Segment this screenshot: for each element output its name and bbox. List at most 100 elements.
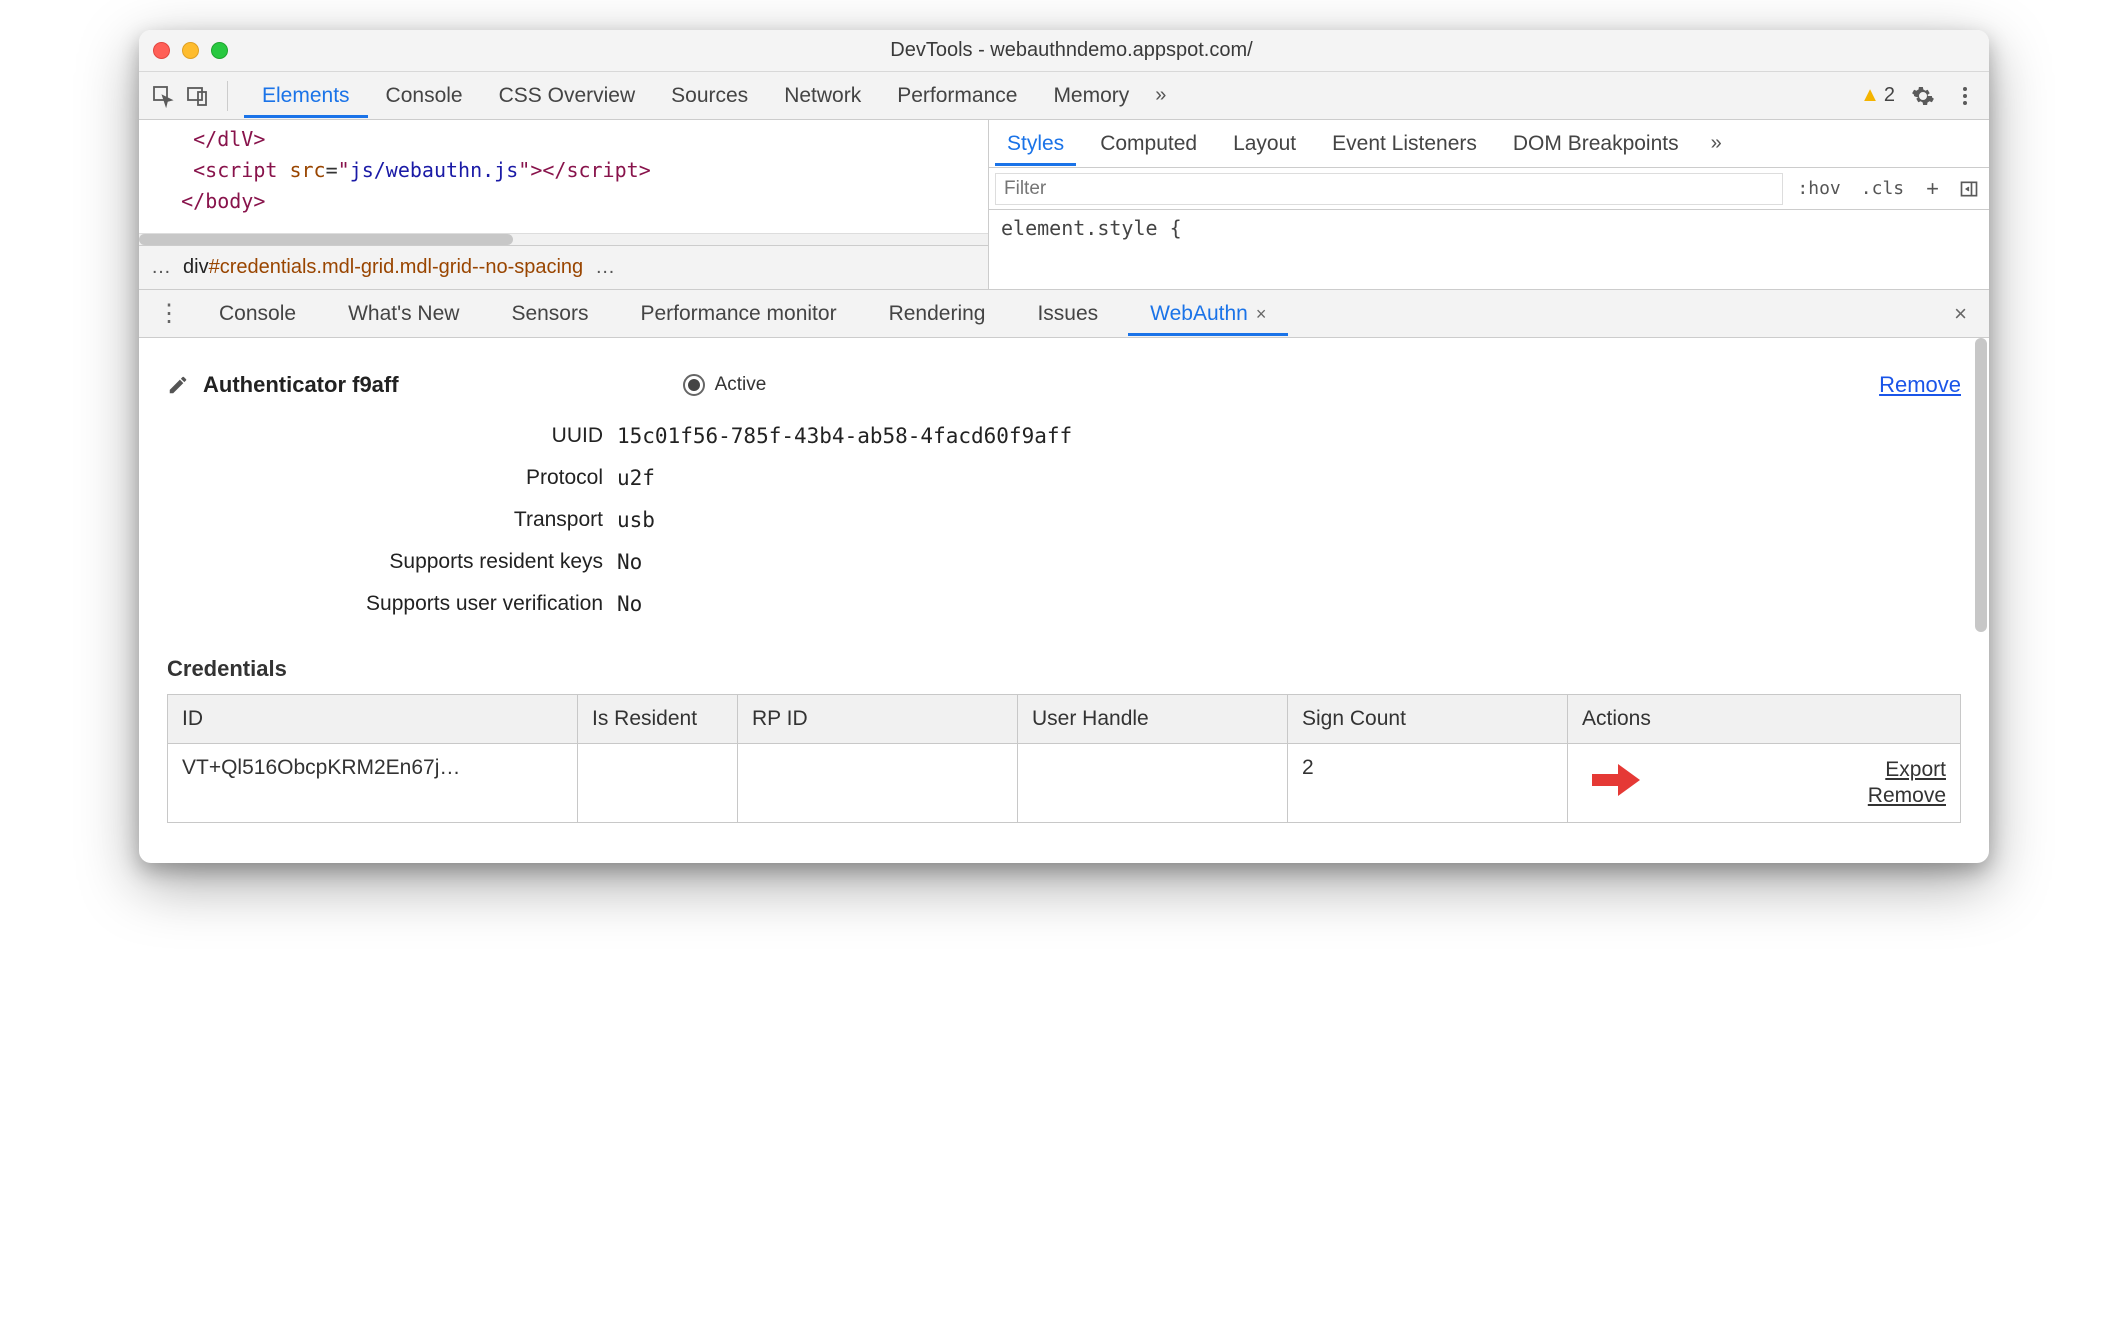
drawer-tab-label: WebAuthn: [1150, 302, 1248, 325]
vertical-scrollbar[interactable]: [1975, 338, 1987, 863]
transport-label: Transport: [167, 508, 617, 532]
close-window-icon[interactable]: [153, 42, 170, 59]
styles-pane: Styles Computed Layout Event Listeners D…: [989, 120, 1989, 289]
breadcrumb-selector[interactable]: div#credentials.mdl-grid.mdl-grid--no-sp…: [183, 256, 583, 279]
drawer-tab-console[interactable]: Console: [197, 292, 318, 336]
main-toolbar: Elements Console CSS Overview Sources Ne…: [139, 72, 1989, 120]
toggle-sidebar-icon[interactable]: [1955, 175, 1983, 203]
authenticator-header: Authenticator f9aff Active Remove: [167, 372, 1961, 398]
resident-value: No: [617, 550, 1961, 574]
remove-link[interactable]: Remove: [1668, 784, 1946, 808]
col-rp: RP ID: [738, 695, 1018, 744]
col-actions: Actions: [1568, 695, 1961, 744]
cell-sign: 2: [1288, 744, 1568, 823]
remove-authenticator-link[interactable]: Remove: [1879, 372, 1961, 398]
active-toggle[interactable]: Active: [683, 374, 767, 396]
main-tabstrip: Elements Console CSS Overview Sources Ne…: [244, 74, 1854, 118]
uv-label: Supports user verification: [167, 592, 617, 616]
drawer-menu-icon[interactable]: ⋮: [149, 299, 189, 328]
styles-filter-row: :hov .cls +: [989, 168, 1989, 210]
devtools-window: DevTools - webauthndemo.appspot.com/ Ele…: [139, 30, 1989, 863]
tab-sources[interactable]: Sources: [653, 74, 766, 118]
export-link[interactable]: Export: [1668, 758, 1946, 782]
webauthn-panel: Authenticator f9aff Active Remove UUID 1…: [139, 338, 1989, 863]
tab-performance[interactable]: Performance: [879, 74, 1035, 118]
horizontal-scrollbar[interactable]: [139, 233, 988, 245]
arrow-right-icon: [1588, 756, 1644, 810]
dom-pane: </dlV> <script src="js/webauthn.js"></sc…: [139, 120, 989, 289]
drawer-tab-webauthn[interactable]: WebAuthn ×: [1128, 292, 1288, 336]
warnings-badge[interactable]: ▲ 2: [1860, 84, 1895, 107]
inspect-icon[interactable]: [149, 82, 177, 110]
zoom-window-icon[interactable]: [211, 42, 228, 59]
styles-more-tabs-icon[interactable]: »: [1703, 132, 1730, 155]
styles-body[interactable]: element.style {: [989, 210, 1989, 246]
kebab-menu-icon[interactable]: [1951, 82, 1979, 110]
cell-resident: [578, 744, 738, 823]
breadcrumb-prefix: …: [151, 256, 171, 279]
protocol-value: u2f: [617, 466, 1961, 490]
tab-console[interactable]: Console: [368, 74, 481, 118]
drawer-tabstrip: ⋮ Console What's New Sensors Performance…: [139, 290, 1989, 338]
drawer-tab-sensors[interactable]: Sensors: [489, 292, 610, 336]
edit-icon[interactable]: [167, 374, 189, 396]
dom-tree[interactable]: </dlV> <script src="js/webauthn.js"></sc…: [139, 120, 988, 233]
active-label: Active: [715, 374, 767, 396]
cell-rp: [738, 744, 1018, 823]
protocol-label: Protocol: [167, 466, 617, 490]
authenticator-name: Authenticator f9aff: [203, 372, 399, 398]
styles-tab-styles[interactable]: Styles: [995, 122, 1076, 166]
elements-split: </dlV> <script src="js/webauthn.js"></sc…: [139, 120, 1989, 290]
minimize-window-icon[interactable]: [182, 42, 199, 59]
credentials-table: ID Is Resident RP ID User Handle Sign Co…: [167, 694, 1961, 823]
table-row: VT+Ql516ObcpKRM2En67j… 2 Export Remove: [168, 744, 1961, 823]
styles-tab-layout[interactable]: Layout: [1221, 122, 1308, 166]
styles-tab-dom-breakpoints[interactable]: DOM Breakpoints: [1501, 122, 1691, 166]
credentials-title: Credentials: [167, 656, 1961, 682]
warning-count: 2: [1884, 84, 1895, 107]
styles-tabstrip: Styles Computed Layout Event Listeners D…: [989, 120, 1989, 168]
styles-tab-computed[interactable]: Computed: [1088, 122, 1209, 166]
dom-line[interactable]: </dlV>: [157, 124, 970, 155]
hov-toggle[interactable]: :hov: [1791, 178, 1846, 199]
uuid-value: 15c01f56-785f-43b4-ab58-4facd60f9aff: [617, 424, 1961, 448]
dom-line[interactable]: <script src="js/webauthn.js"></script>: [157, 155, 970, 186]
titlebar: DevTools - webauthndemo.appspot.com/: [139, 30, 1989, 72]
drawer-tab-issues[interactable]: Issues: [1015, 292, 1120, 336]
more-tabs-icon[interactable]: »: [1147, 84, 1174, 107]
drawer-tab-performance-monitor[interactable]: Performance monitor: [618, 292, 858, 336]
cell-actions: Export Remove: [1568, 744, 1961, 823]
drawer-close-icon[interactable]: ×: [1942, 301, 1979, 327]
transport-value: usb: [617, 508, 1961, 532]
authenticator-details: UUID 15c01f56-785f-43b4-ab58-4facd60f9af…: [167, 424, 1961, 616]
cell-user: [1018, 744, 1288, 823]
toolbar-separator: [227, 81, 228, 111]
new-style-rule-icon[interactable]: +: [1918, 176, 1947, 202]
drawer-tab-rendering[interactable]: Rendering: [867, 292, 1008, 336]
settings-icon[interactable]: [1909, 82, 1937, 110]
cell-id: VT+Ql516ObcpKRM2En67j…: [168, 744, 578, 823]
device-toggle-icon[interactable]: [183, 82, 211, 110]
col-id: ID: [168, 695, 578, 744]
col-resident: Is Resident: [578, 695, 738, 744]
styles-tab-event-listeners[interactable]: Event Listeners: [1320, 122, 1489, 166]
cls-toggle[interactable]: .cls: [1855, 178, 1910, 199]
scrollbar-thumb[interactable]: [139, 234, 513, 245]
breadcrumb-id: #credentials: [209, 256, 317, 278]
drawer-tab-whats-new[interactable]: What's New: [326, 292, 481, 336]
styles-filter-input[interactable]: [995, 173, 1783, 205]
warning-icon: ▲: [1860, 84, 1880, 107]
radio-icon: [683, 374, 705, 396]
toolbar-right: ▲ 2: [1860, 82, 1979, 110]
close-tab-icon[interactable]: ×: [1256, 304, 1267, 324]
tab-memory[interactable]: Memory: [1035, 74, 1147, 118]
tab-css-overview[interactable]: CSS Overview: [481, 74, 654, 118]
tab-network[interactable]: Network: [766, 74, 879, 118]
breadcrumb[interactable]: … div#credentials.mdl-grid.mdl-grid--no-…: [139, 245, 988, 289]
breadcrumb-element: div: [183, 256, 209, 278]
scrollbar-thumb[interactable]: [1975, 338, 1987, 632]
uv-value: No: [617, 592, 1961, 616]
col-sign-count: Sign Count: [1288, 695, 1568, 744]
tab-elements[interactable]: Elements: [244, 74, 368, 118]
dom-line[interactable]: </body>: [157, 186, 970, 217]
